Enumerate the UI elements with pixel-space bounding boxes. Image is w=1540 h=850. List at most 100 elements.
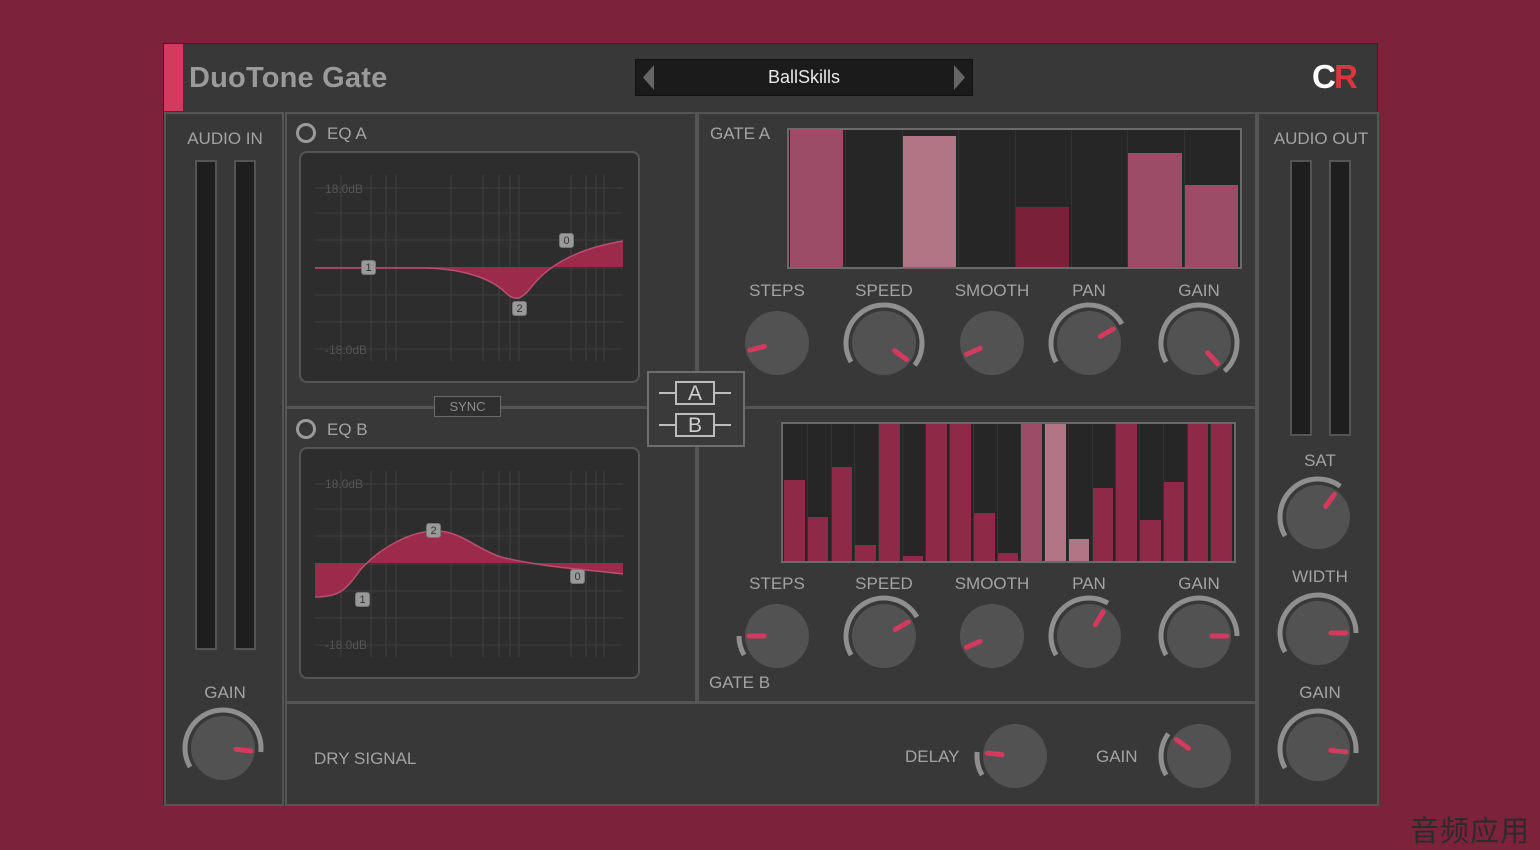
eq-b-graph[interactable]: 18.0dB -18.0dB 2 1 0 [299,447,640,679]
preset-name[interactable]: BallSkills [666,60,942,95]
knob-graphic [843,595,920,668]
ab-connector-line [659,424,675,426]
gate-step-bar[interactable] [784,480,805,561]
ab-swap-button[interactable]: A B [647,371,745,447]
gate-step-bar[interactable] [997,552,1019,561]
gate-step-bar[interactable] [807,517,829,561]
gate-b-gain-knob[interactable] [1155,592,1243,680]
knob-body [1057,311,1121,375]
gate-a-gain-knob[interactable] [1155,299,1243,387]
width-knob[interactable] [1274,589,1362,677]
preset-prev-arrow-icon[interactable] [638,60,660,95]
output-meter-right [1329,160,1351,436]
knob-body [852,604,916,668]
dry-gain-knob[interactable] [1155,712,1243,800]
audio-out-panel: AUDIO OUT SAT WIDTH GAIN [1257,112,1379,806]
eq-b-top-db-label: 18.0dB [325,477,364,491]
dry-delay-knob[interactable] [971,712,1059,800]
knob-graphic [1277,592,1359,665]
gate-step-bar[interactable] [1015,206,1069,267]
gate-step-bar[interactable] [1211,424,1232,561]
knob-graphic [843,302,925,375]
eq-a-node[interactable]: 1 [361,260,376,275]
gate-step-bar[interactable] [831,466,853,561]
title-accent-bar [164,44,183,111]
knob-indicator [1328,747,1349,755]
input-gain-knob[interactable] [179,704,267,792]
brand-logo: C R [1312,56,1367,98]
gate-a-speed-knob[interactable] [840,299,928,387]
eq-b-node[interactable]: 0 [570,569,585,584]
gate-step-bar[interactable] [1116,424,1137,561]
ab-connector-line [659,392,675,394]
gate-step-bar[interactable] [1184,184,1238,267]
preset-next-arrow-icon[interactable] [948,60,970,95]
gate-step-bar[interactable] [1092,488,1114,561]
preset-selector[interactable]: BallSkills [635,59,973,96]
gate-step-bar[interactable] [973,513,995,561]
gate-a-smooth-label: SMOOTH [954,281,1030,300]
gate-a-smooth-knob[interactable] [948,299,1036,387]
output-gain-knob[interactable] [1274,705,1362,793]
knob-body [960,604,1024,668]
gate-a-speed-label: SPEED [855,281,913,300]
gate-step-bar[interactable] [1021,424,1043,561]
dry-signal-label: DRY SIGNAL [314,749,417,768]
gate-a-pan-label: PAN [1072,281,1106,300]
gate-b-speed-knob[interactable] [840,592,928,680]
gate-b-steps-label: STEPS [749,574,805,593]
gate-b-steps-knob[interactable] [733,592,821,680]
eq-a-enable-toggle[interactable] [296,123,316,143]
gate-step-bar[interactable] [926,424,948,561]
gate-b-smooth-knob[interactable] [948,592,1036,680]
gate-step-bar[interactable] [1068,539,1090,561]
gate-step-bar[interactable] [902,135,957,267]
eq-b-bottom-db-label: -18.0dB [325,638,368,652]
eq-a-graph[interactable]: 18.0dB -18.0dB 1 2 0 [299,151,640,383]
gate-step-bar[interactable] [855,544,876,561]
eq-a-node[interactable]: 2 [512,301,527,316]
gate-a-steps-knob[interactable] [733,299,821,387]
gate-a-pan-knob[interactable] [1045,299,1133,387]
gate-a-gain-label: GAIN [1178,281,1220,300]
gate-step-bar[interactable] [878,424,900,561]
eq-a-node[interactable]: 0 [559,233,574,248]
ab-connector-line [715,392,731,394]
knob-graphic [974,724,1047,788]
eq-sync-button[interactable]: SYNC [434,396,501,417]
knob-body [1167,724,1231,788]
knob-graphic [1158,302,1240,375]
gate-step-bar[interactable] [1128,153,1182,267]
eq-b-node[interactable]: 2 [426,523,441,538]
audio-in-panel: AUDIO IN GAIN [164,112,284,806]
gate-step-bar[interactable] [1187,424,1209,561]
input-gain-label: GAIN [204,683,246,702]
step-divider [854,424,856,561]
plugin-title: DuoTone Gate [189,62,388,94]
knob-graphic [960,604,1024,668]
sat-label: SAT [1304,451,1336,470]
eq-a-top-db-label: 18.0dB [325,182,364,196]
knob-body [1286,485,1350,549]
gate-a-step-sequencer[interactable] [787,128,1242,269]
logo-letter-c: C [1312,58,1336,95]
step-divider [1070,130,1072,267]
gate-b-panel: STEPS SPEED SMOOTH PAN GAIN GATE B [697,407,1257,703]
knob-graphic [1158,724,1231,788]
gate-step-bar[interactable] [902,555,924,561]
gate-step-bar[interactable] [1163,481,1185,561]
gate-b-step-sequencer[interactable] [781,422,1236,563]
knob-graphic [1277,708,1359,781]
sat-knob[interactable] [1274,473,1362,561]
eq-b-enable-toggle[interactable] [296,419,316,439]
audio-in-label: AUDIO IN [187,129,263,148]
knob-graphic [1277,476,1350,549]
gate-b-title: GATE B [709,673,771,692]
gate-b-smooth-label: SMOOTH [954,574,1030,593]
gate-step-bar[interactable] [950,424,971,561]
gate-step-bar[interactable] [1045,424,1066,561]
eq-b-node[interactable]: 1 [355,592,370,607]
gate-step-bar[interactable] [790,130,844,267]
gate-step-bar[interactable] [1140,519,1161,561]
gate-b-pan-knob[interactable] [1045,592,1133,680]
